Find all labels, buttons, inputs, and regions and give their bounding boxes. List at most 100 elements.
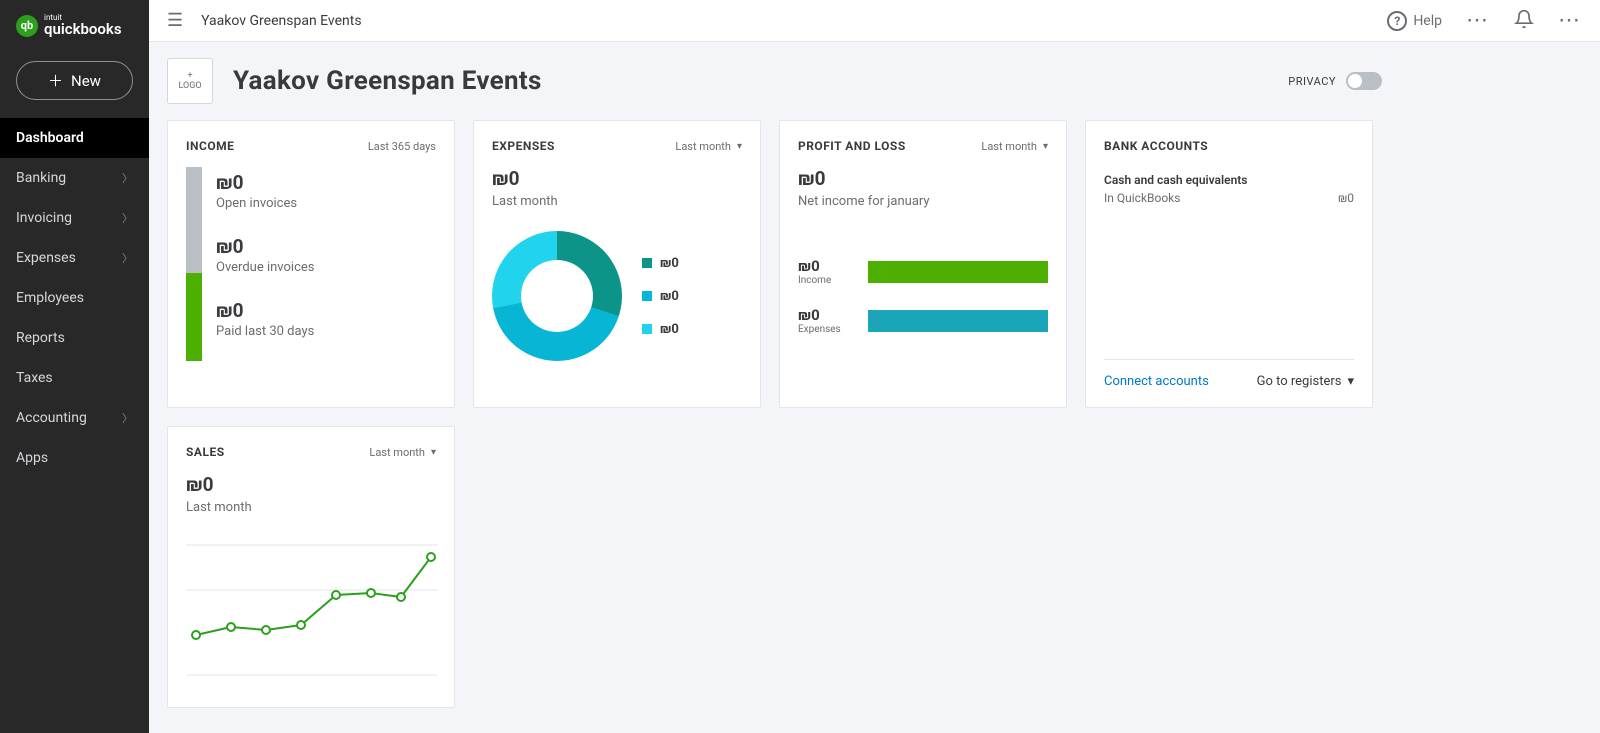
plus-icon: + [187,71,192,81]
chevron-right-icon: 〉 [122,410,133,426]
expenses-period-selector[interactable]: Last month ▾ [675,140,742,153]
income-period: Last 365 days [368,140,436,153]
nav-banking-label: Banking [16,170,66,186]
chevron-down-icon: ▾ [1043,141,1048,152]
nav-reports-label: Reports [16,330,65,346]
paid-label: Paid last 30 days [216,324,314,339]
nav-banking[interactable]: Banking 〉 [0,158,149,198]
expenses-title: EXPENSES [492,139,555,153]
profit-loss-card: PROFIT AND LOSS Last month ▾ ₪0 Net incom… [779,120,1067,408]
sales-title: SALES [186,445,225,459]
pl-period-label: Last month [981,140,1037,153]
nav-taxes[interactable]: Taxes [0,358,149,398]
expenses-total: ₪0 [492,167,742,190]
help-icon: ? [1387,11,1407,31]
expenses-sub: Last month [492,194,742,209]
sales-period-label: Last month [369,446,425,459]
nav-apps-label: Apps [16,450,48,466]
chevron-down-icon: ▾ [431,447,436,458]
income-bar [186,167,202,361]
help-button[interactable]: ? Help [1387,11,1442,31]
pl-expenses-bar [868,310,1048,332]
pl-total: ₪0 [798,167,1048,190]
plus-icon: ＋ [48,70,63,91]
topbar: ☰ Yaakov Greenspan Events ? Help ⋯ ⋯ [149,0,1600,42]
nav-accounting[interactable]: Accounting 〉 [0,398,149,438]
pl-expenses-value: ₪0 [798,306,854,324]
swatch-icon [642,258,652,268]
nav-expenses[interactable]: Expenses〉 [0,238,149,278]
connect-accounts-link[interactable]: Connect accounts [1104,374,1209,389]
nav-invoicing[interactable]: Invoicing 〉 [0,198,149,238]
legend-2: ₪0 [660,289,679,304]
pl-expenses-label: Expenses [798,324,854,335]
open-invoices-label: Open invoices [216,196,314,211]
sales-sub: Last month [186,500,436,515]
registers-label: Go to registers [1257,374,1342,389]
go-to-registers-link[interactable]: Go to registers ▾ [1257,374,1354,389]
nav-list: Dashboard Banking〉 Invoicing〉 Expenses〉 … [0,118,149,478]
privacy-label: PRIVACY [1288,75,1336,88]
new-button[interactable]: ＋ New [16,61,133,100]
legend-3: ₪0 [660,322,679,337]
pl-period-selector[interactable]: Last month ▾ [981,140,1048,153]
chevron-down-icon: ▾ [1347,374,1354,389]
new-label: New [71,72,101,90]
nav-employees[interactable]: Employees [0,278,149,318]
overdue-invoices-value: ₪0 [216,235,314,258]
swatch-icon [642,291,652,301]
bank-title: BANK ACCOUNTS [1104,139,1208,153]
income-title: INCOME [186,139,234,153]
chevron-right-icon: 〉 [122,210,133,226]
swatch-icon [642,324,652,334]
nav-dashboard-label: Dashboard [16,130,84,146]
pl-sub: Net income for january [798,194,1048,209]
page-title: Yaakov Greenspan Events [233,66,542,96]
bank-row-label: In QuickBooks [1104,191,1180,205]
chevron-down-icon: ▾ [737,141,742,152]
chevron-right-icon: 〉 [122,170,133,186]
brand-logo-area[interactable]: qb intuit quickbooks [0,0,149,51]
nav-taxes-label: Taxes [16,370,53,386]
sales-card: SALES Last month ▾ ₪0 Last month [167,426,455,708]
nav-invoicing-label: Invoicing [16,210,72,226]
hamburger-icon[interactable]: ☰ [167,10,183,31]
pl-income-value: ₪0 [798,257,854,275]
expenses-donut-chart [492,231,622,361]
expenses-card: EXPENSES Last month ▾ ₪0 Last month ₪0 ₪0… [473,120,761,408]
sidebar: qb intuit quickbooks ＋ New Dashboard Ban… [0,0,149,733]
privacy-toggle[interactable] [1346,72,1382,90]
notifications-icon[interactable] [1514,9,1534,33]
add-logo-button[interactable]: + LOGO [167,58,213,104]
sales-period-selector[interactable]: Last month ▾ [369,446,436,459]
paid-value: ₪0 [216,299,314,322]
qb-logo-icon: qb [16,15,38,37]
sales-total: ₪0 [186,473,436,496]
pl-title: PROFIT AND LOSS [798,139,906,153]
income-bar-paid [186,273,202,361]
nav-dashboard[interactable]: Dashboard [0,118,149,158]
income-bar-open [186,167,202,273]
legend-1: ₪0 [660,256,679,271]
overdue-invoices-label: Overdue invoices [216,260,314,275]
more-menu-icon[interactable]: ⋯ [1466,8,1490,33]
expenses-period-label: Last month [675,140,731,153]
pl-income-label: Income [798,275,854,286]
pl-income-bar [868,261,1048,283]
logo-text: LOGO [178,81,201,91]
overflow-menu-icon[interactable]: ⋯ [1558,8,1582,33]
expenses-legend: ₪0 ₪0 ₪0 [642,256,679,337]
nav-employees-label: Employees [16,290,84,306]
nav-apps[interactable]: Apps [0,438,149,478]
bank-row-value: ₪0 [1338,191,1354,205]
nav-accounting-label: Accounting [16,410,87,426]
topbar-company: Yaakov Greenspan Events [201,13,361,29]
income-card: INCOME Last 365 days ₪0 Open invoices ₪0 O… [167,120,455,408]
bank-subtitle: Cash and cash equivalents [1104,173,1354,187]
open-invoices-value: ₪0 [216,171,314,194]
sales-line-chart [186,535,438,685]
bank-accounts-card: BANK ACCOUNTS Cash and cash equivalents … [1085,120,1373,408]
page-header: + LOGO Yaakov Greenspan Events PRIVACY [149,42,1600,120]
nav-reports[interactable]: Reports [0,318,149,358]
nav-expenses-label: Expenses [16,250,76,266]
